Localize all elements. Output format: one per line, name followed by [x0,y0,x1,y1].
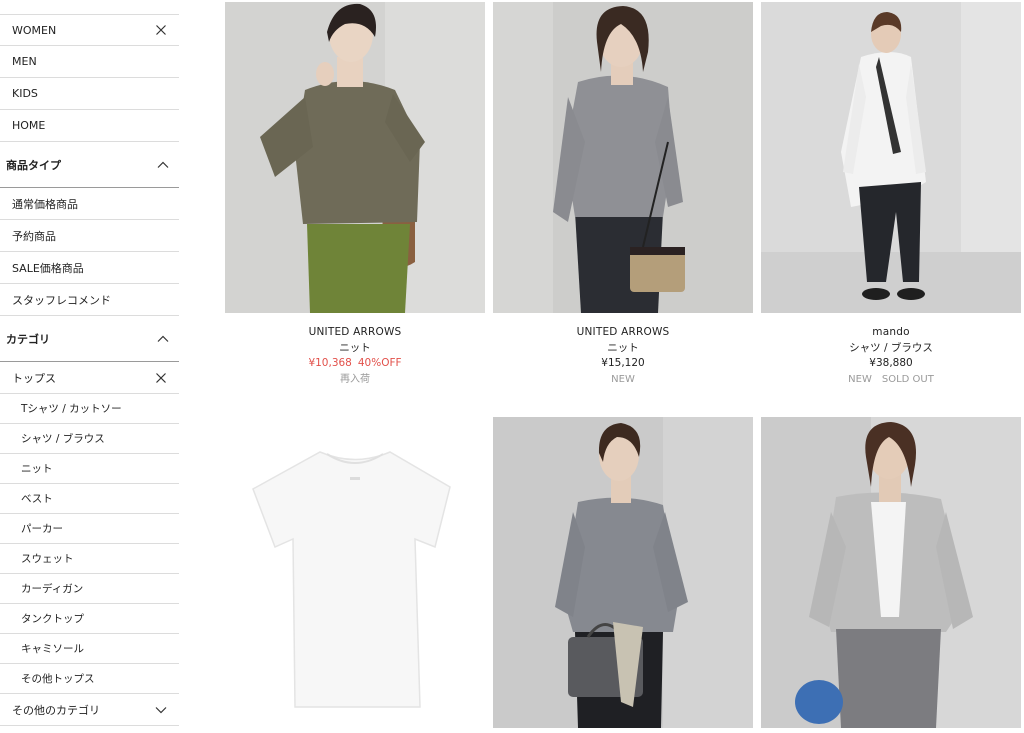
close-icon[interactable] [155,372,167,384]
product-badges: NEW [493,372,753,388]
product-type: ニット [607,341,639,354]
item-label: トップス [12,371,56,385]
category-item[interactable]: その他トップス [0,664,179,694]
product-image[interactable] [493,2,753,313]
category-item[interactable]: パーカー [0,514,179,544]
product-price: ¥10,368 40%OFF [225,356,485,372]
item-label: 通常価格商品 [12,197,78,211]
sale-price: ¥10,368 [308,357,352,369]
product-image[interactable] [225,417,485,728]
product-image[interactable] [493,417,753,728]
product-price: ¥15,120 [601,357,645,369]
product-image[interactable] [761,2,1021,313]
product-type-item[interactable]: スタッフレコメンド [0,284,179,316]
sold-out-badge: SOLD OUT [881,373,934,385]
discount-label: 40%OFF [357,357,402,369]
product-type-item[interactable]: 予約商品 [0,220,179,252]
product-type: シャツ / ブラウス [849,341,933,354]
section-heading: 商品タイプ [6,158,61,172]
category-item[interactable]: ニット [0,454,179,484]
category-selected[interactable]: トップス [0,362,179,394]
item-label: シャツ / ブラウス [21,433,105,445]
product-brand: mando [872,326,910,338]
item-label: パーカー [21,523,63,535]
item-label: スタッフレコメンド [12,293,111,307]
product-type-item[interactable]: SALE価格商品 [0,252,179,284]
product-brand: UNITED ARROWS [308,326,402,338]
item-label: その他のカテゴリ [12,703,100,717]
product-image[interactable] [225,2,485,313]
chevron-up-icon [157,333,169,345]
gender-label: WOMEN [12,23,57,37]
item-label: ニット [21,463,53,475]
chevron-up-icon [157,159,169,171]
chevron-down-icon [155,704,167,716]
product-meta: UNITED ARROWS ニット ¥10,368 40%OFF 再入荷 [225,325,485,387]
product-meta: UNITED ARROWS ニット ¥15,120 NEW [493,325,753,387]
product-badges: 再入荷 [225,372,485,388]
product-brand: UNITED ARROWS [576,326,670,338]
other-categories[interactable]: その他のカテゴリ [0,694,179,726]
item-label: カーディガン [21,583,84,595]
gender-label: KIDS [12,87,38,100]
section-heading: カテゴリ [6,332,50,346]
category-item[interactable]: カーディガン [0,574,179,604]
gender-men[interactable]: MEN [0,46,179,78]
product-badges: NEW SOLD OUT [761,372,1021,388]
gender-home[interactable]: HOME [0,110,179,142]
item-label: SALE価格商品 [12,261,84,275]
item-label: その他トップス [21,673,95,685]
category-item[interactable]: ベスト [0,484,179,514]
item-label: タンクトップ [21,613,84,625]
product-price: ¥38,880 [869,357,913,369]
product-image[interactable] [761,417,1021,728]
new-badge: NEW [611,373,635,385]
gender-label: HOME [12,119,46,132]
restock-badge: 再入荷 [340,373,370,385]
gender-label: MEN [12,55,37,68]
category-item[interactable]: キャミソール [0,634,179,664]
close-icon[interactable] [155,24,167,36]
filter-sidebar: WOMEN MEN KIDS HOME 商品タイプ 通常価格商品 予約商品 SA… [0,14,179,726]
product-meta: mando シャツ / ブラウス ¥38,880 NEW SOLD OUT [761,325,1021,387]
new-badge: NEW [848,373,872,385]
product-type-header[interactable]: 商品タイプ [0,142,179,188]
item-label: Tシャツ / カットソー [21,403,122,415]
category-item[interactable]: タンクトップ [0,604,179,634]
product-type-item[interactable]: 通常価格商品 [0,188,179,220]
category-item[interactable]: スウェット [0,544,179,574]
category-item[interactable]: シャツ / ブラウス [0,424,179,454]
category-header[interactable]: カテゴリ [0,316,179,362]
gender-women[interactable]: WOMEN [0,14,179,46]
item-label: ベスト [21,493,53,505]
item-label: 予約商品 [12,229,56,243]
category-item[interactable]: Tシャツ / カットソー [0,394,179,424]
gender-kids[interactable]: KIDS [0,78,179,110]
product-type: ニット [339,341,371,354]
item-label: キャミソール [21,643,84,655]
item-label: スウェット [21,553,74,565]
